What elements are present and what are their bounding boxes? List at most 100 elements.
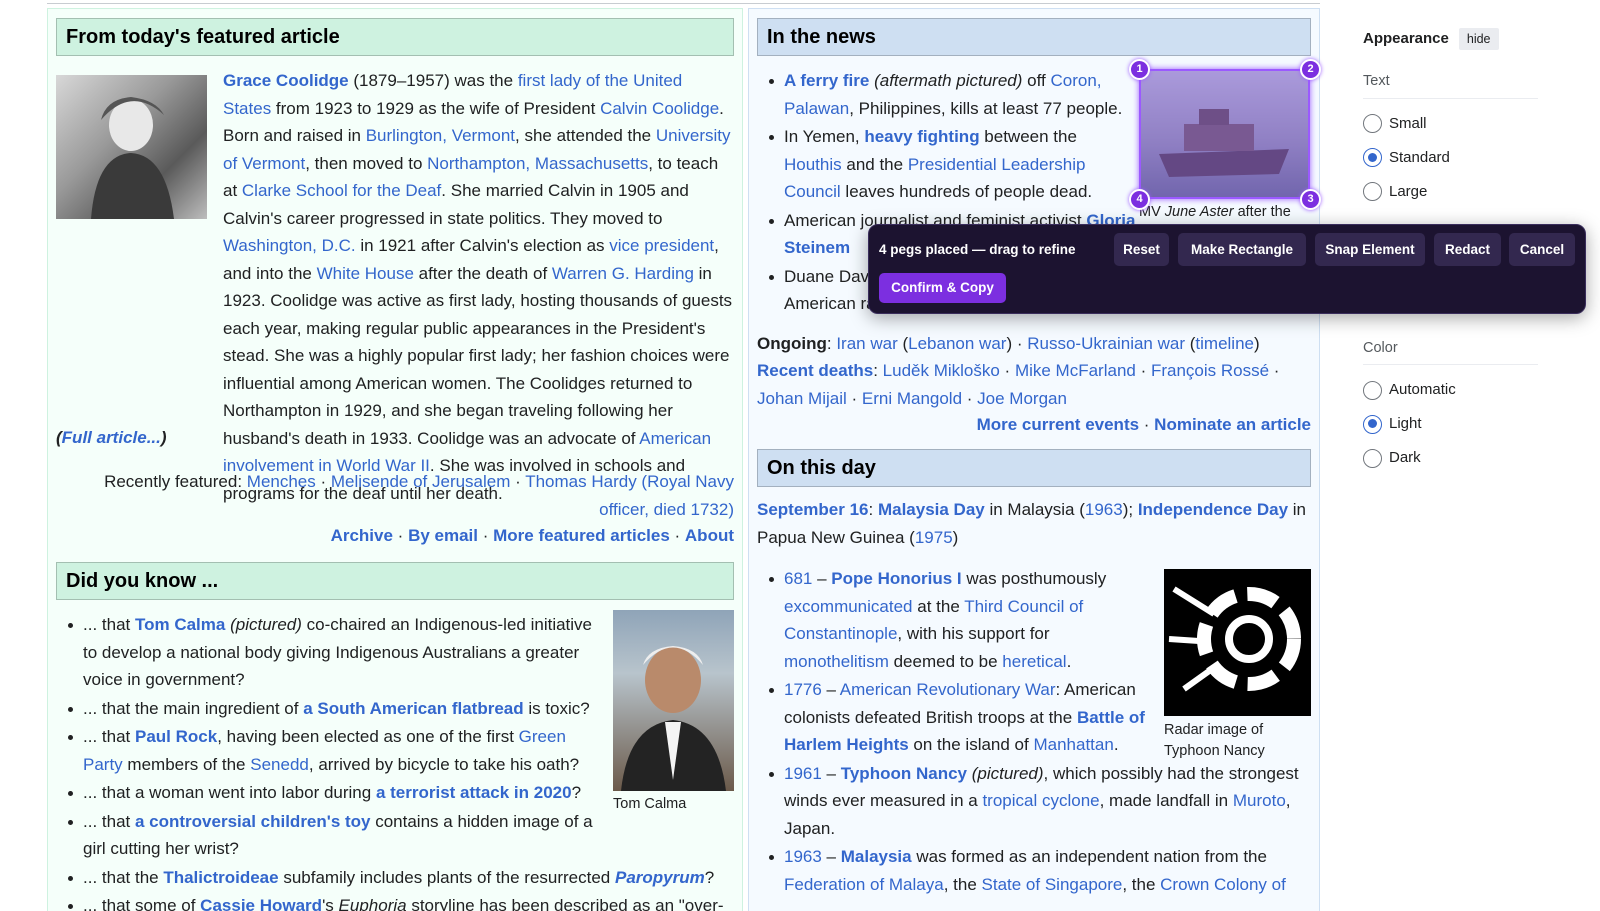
cancel-button[interactable]: Cancel <box>1509 233 1575 266</box>
link-warren-harding[interactable]: Warren G. Harding <box>552 264 694 283</box>
link-death[interactable]: Luděk Mikloško <box>883 361 1000 380</box>
text: Duane Davis <box>784 266 882 286</box>
link-timeline[interactable]: timeline <box>1195 334 1254 353</box>
link-grace-coolidge[interactable]: Grace Coolidge <box>223 71 349 90</box>
full-article-link[interactable]: Full article... <box>62 428 161 447</box>
snap-element-button[interactable]: Snap Element <box>1315 233 1425 266</box>
radio-color-light[interactable]: Light <box>1363 407 1538 441</box>
link-thomas-hardy[interactable]: Thomas Hardy (Royal Navy officer, died 1… <box>525 472 734 519</box>
link-manhattan[interactable]: Manhattan <box>1033 735 1113 754</box>
link-cassie-howard[interactable]: Cassie Howard <box>200 896 322 911</box>
radio-text-standard[interactable]: Standard <box>1363 141 1538 175</box>
radio-text-small[interactable]: Small <box>1363 107 1538 141</box>
peg-handle-3[interactable]: 3 <box>1300 189 1321 210</box>
appearance-header: Appearance hide <box>1363 24 1538 54</box>
link-death[interactable]: Joe Morgan <box>977 389 1067 408</box>
link-1776[interactable]: 1776 <box>784 680 822 699</box>
link-heretical[interactable]: heretical <box>1002 652 1066 671</box>
archive-link[interactable]: Archive <box>331 526 393 545</box>
link-russo-ukrainian-war[interactable]: Russo-Ukrainian war <box>1027 334 1185 353</box>
text: after the death of <box>413 263 552 283</box>
nominate-article-link[interactable]: Nominate an article <box>1154 415 1311 434</box>
selection-rectangle[interactable] <box>1139 69 1310 199</box>
link-lebanon-war[interactable]: Lebanon war <box>908 334 1006 353</box>
link-death[interactable]: Erni Mangold <box>862 389 962 408</box>
reset-button[interactable]: Reset <box>1114 233 1169 266</box>
link-calvin-coolidge[interactable]: Calvin Coolidge <box>600 99 719 118</box>
ongoing-line: Ongoing: Iran war (Lebanon war) · Russo-… <box>757 334 1260 353</box>
link-paul-rock[interactable]: Paul Rock <box>135 727 217 746</box>
link-recent-deaths[interactable]: Recent deaths <box>757 361 873 380</box>
link-senedd[interactable]: Senedd <box>250 755 309 774</box>
link-melisende[interactable]: Melisende of Jerusalem <box>331 472 511 491</box>
link-singapore[interactable]: State of Singapore <box>982 875 1123 894</box>
link-flatbread[interactable]: a South American flatbread <box>303 699 523 718</box>
typhoon-radar-image[interactable] <box>1164 569 1311 716</box>
about-link[interactable]: About <box>685 526 734 545</box>
link-clarke-school[interactable]: Clarke School for the Deaf <box>242 181 441 200</box>
confirm-copy-button[interactable]: Confirm & Copy <box>879 273 1006 303</box>
link-iran-war[interactable]: Iran war <box>836 334 897 353</box>
link-pope-honorius[interactable]: Pope Honorius I <box>831 569 961 588</box>
link-houthis[interactable]: Houthis <box>784 155 842 174</box>
text: between the <box>979 127 1077 146</box>
link-malaysia-day[interactable]: Malaysia Day <box>878 500 985 519</box>
more-featured-link[interactable]: More featured articles <box>493 526 670 545</box>
radio-color-automatic[interactable]: Automatic <box>1363 373 1538 407</box>
peg-status-text: 4 pegs placed — drag to refine <box>879 242 1076 257</box>
link-independence-day[interactable]: Independence Day <box>1138 500 1288 519</box>
link-typhoon-nancy[interactable]: Typhoon Nancy <box>841 764 967 783</box>
radio-checked-icon <box>1363 148 1382 167</box>
link-heavy-fighting[interactable]: heavy fighting <box>864 127 979 146</box>
link-thalictroideae[interactable]: Thalictroideae <box>163 868 278 887</box>
by-email-link[interactable]: By email <box>408 526 478 545</box>
link-tom-calma[interactable]: Tom Calma <box>135 615 225 634</box>
link-childrens-toy[interactable]: a controversial children's toy <box>135 812 371 831</box>
link-muroto[interactable]: Muroto <box>1233 791 1286 810</box>
list-item: ... that a woman went into labor during … <box>56 779 601 807</box>
link-tropical-cyclone[interactable]: tropical cyclone <box>982 791 1099 810</box>
link-crown-colony[interactable]: Crown Colony of <box>1160 875 1286 894</box>
in-the-news-heading: In the news <box>757 18 1311 56</box>
link-681[interactable]: 681 <box>784 569 812 588</box>
link-monothelitism[interactable]: monothelitism <box>784 652 889 671</box>
text: 's <box>322 896 339 911</box>
radio-label: Large <box>1389 182 1428 200</box>
link-vice-president[interactable]: vice president <box>609 236 714 255</box>
redact-button[interactable]: Redact <box>1434 233 1501 266</box>
peg-handle-1[interactable]: 1 <box>1129 59 1150 80</box>
text: after the <box>1233 204 1291 220</box>
link-terrorist-attack[interactable]: a terrorist attack in 2020 <box>376 783 572 802</box>
link-1963-event[interactable]: 1963 <box>784 847 822 866</box>
link-malaysia[interactable]: Malaysia <box>841 847 912 866</box>
link-paropyrum[interactable]: Paropyrum <box>615 868 705 887</box>
link-revolutionary-war[interactable]: American Revolutionary War <box>840 680 1056 699</box>
link-1963[interactable]: 1963 <box>1085 500 1123 519</box>
text: Euphoria <box>338 896 407 911</box>
link-1961[interactable]: 1961 <box>784 764 822 783</box>
link-death[interactable]: François Rossé <box>1151 361 1269 380</box>
radio-text-large[interactable]: Large <box>1363 175 1538 209</box>
tom-calma-photo[interactable] <box>613 610 734 791</box>
link-excommunicated[interactable]: excommunicated <box>784 597 913 616</box>
link-1975[interactable]: 1975 <box>915 528 953 547</box>
link-northampton[interactable]: Northampton, Massachusetts <box>427 154 648 173</box>
link-date[interactable]: September 16 <box>757 500 869 519</box>
list-item: A ferry fire (aftermath pictured) off Co… <box>757 67 1137 122</box>
text: was formed as an independent nation from… <box>911 847 1267 866</box>
radio-color-dark[interactable]: Dark <box>1363 441 1538 475</box>
link-burlington[interactable]: Burlington, Vermont <box>366 126 515 145</box>
link-death[interactable]: Johan Mijail <box>757 389 847 408</box>
more-current-events-link[interactable]: More current events <box>977 415 1140 434</box>
text: is toxic? <box>523 698 590 718</box>
make-rectangle-button[interactable]: Make Rectangle <box>1178 233 1306 266</box>
link-death[interactable]: Mike McFarland <box>1015 361 1136 380</box>
peg-handle-2[interactable]: 2 <box>1300 59 1321 80</box>
peg-handle-4[interactable]: 4 <box>1129 189 1150 210</box>
link-menches[interactable]: Menches <box>247 472 316 491</box>
link-ferry-fire[interactable]: A ferry fire <box>784 71 869 90</box>
link-washington[interactable]: Washington, D.C. <box>223 236 356 255</box>
hide-button[interactable]: hide <box>1458 28 1499 50</box>
link-white-house[interactable]: White House <box>317 264 414 283</box>
link-federation-malaya[interactable]: Federation of Malaya <box>784 875 944 894</box>
